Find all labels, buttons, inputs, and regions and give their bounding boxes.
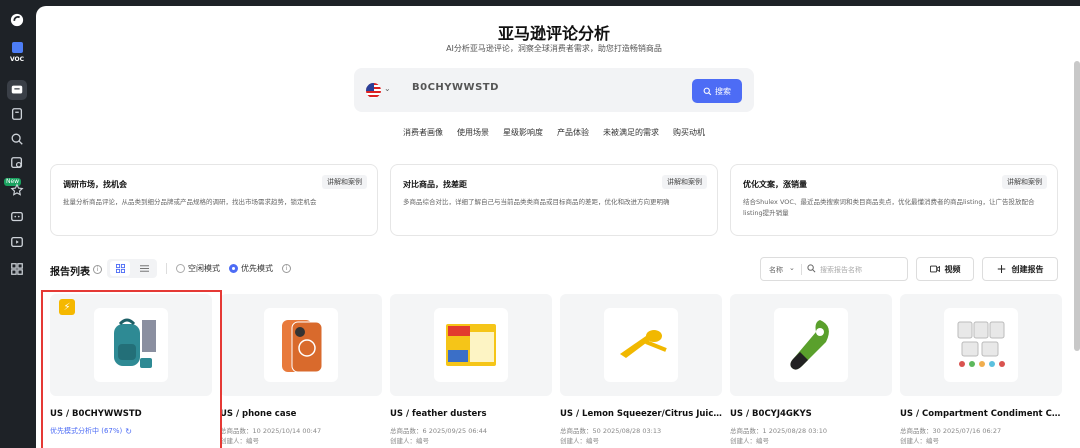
report-meta: 总商品数：50 2025/08/28 03:13 — [560, 427, 662, 435]
page-subtitle: AI分析亚马逊评论，洞察全球消费者需求，助您打造畅销商品 — [446, 44, 662, 53]
tag-purchase-motivation[interactable]: 购买动机 — [673, 127, 705, 138]
lemon-squeezer-image — [620, 330, 667, 358]
report-title: US / Lemon Squeezer/Citrus Juicer — [560, 409, 722, 419]
report-filter: 名称 ⌄ 搜索报告名称 — [760, 257, 908, 281]
report-meta: 总商品数：1 2025/08/28 03:10 — [730, 427, 827, 435]
report-creator: 创建人：编号 — [900, 437, 939, 445]
create-report-button[interactable]: + 创建报告 — [982, 257, 1058, 281]
product-thumbnail — [730, 294, 892, 396]
product-thumbnail — [560, 294, 722, 396]
message-icon[interactable] — [7, 207, 27, 227]
main-panel: 亚马逊评论分析 AI分析亚马逊评论，洞察全球消费者需求，助您打造畅销商品 ⌄ B… — [36, 6, 1080, 448]
report-meta: 总商品数：6 2025/09/25 06:44 — [390, 427, 487, 435]
duster-image — [446, 324, 496, 366]
card-explain-button[interactable]: 讲解和案例 — [662, 175, 707, 189]
video-button[interactable]: 视频 — [916, 257, 974, 281]
idle-mode-label: 空闲模式 — [188, 264, 220, 273]
page-title: 亚马逊评论分析 — [497, 24, 610, 43]
feature-tags: 消费者画像 使用场景 星级影响度 产品体验 未被满足的需求 购买动机 — [36, 127, 1072, 138]
view-toggle — [107, 259, 157, 278]
list-view-button[interactable] — [134, 261, 154, 276]
report-creator: 创建人：编号 — [220, 437, 259, 445]
report-meta: 总商品数：10 2025/10/14 00:47 — [220, 427, 322, 435]
card-title: 优化文案，涨销量 — [743, 180, 807, 189]
report-card[interactable]: US / phone case 总商品数：10 2025/10/14 00:47… — [220, 286, 382, 448]
sidebar: VOC New — [0, 0, 34, 448]
tag-unmet-needs[interactable]: 未被满足的需求 — [603, 127, 659, 138]
grid-icon[interactable] — [7, 259, 27, 279]
card-title: 调研市场，找机会 — [63, 180, 127, 189]
report-title: US / B0CYJ4GKYS — [730, 409, 812, 419]
phone-case-image — [282, 320, 323, 373]
report-card[interactable]: US / B0CYJ4GKYS 总商品数：1 2025/08/28 03:10 … — [730, 286, 892, 448]
report-card[interactable]: US / Compartment Condiment Co... 总商品数：30… — [900, 286, 1062, 448]
card-description: 多商品综合对比，详细了解自己与当前品类类商品或目标商品的差距，优化和改进方向更明… — [403, 198, 670, 206]
divider — [166, 263, 167, 274]
tag-usage-scenario[interactable]: 使用场景 — [457, 127, 489, 138]
report-search-input[interactable]: 搜索报告名称 — [820, 265, 862, 275]
create-report-label: 创建报告 — [1011, 264, 1044, 274]
plus-icon: + — [996, 262, 1007, 276]
chat-icon[interactable] — [7, 80, 27, 100]
chevron-down-icon[interactable]: ⌄ — [789, 264, 795, 272]
selection-highlight — [41, 290, 222, 448]
image-search-icon[interactable] — [7, 153, 27, 173]
product-thumbnail — [390, 294, 552, 396]
card-explain-button[interactable]: 讲解和案例 — [1002, 175, 1047, 189]
card-description: 结合Shulex VOC、最近品类搜索词和类目商品卖点，优化最懂消费者的商品li… — [743, 198, 1035, 217]
report-card[interactable]: US / feather dusters 总商品数：6 2025/09/25 0… — [390, 286, 552, 448]
chevron-down-icon[interactable]: ⌄ — [384, 84, 391, 93]
info-icon[interactable]: i — [93, 265, 102, 274]
card-explain-button[interactable]: 讲解和案例 — [322, 175, 367, 189]
tag-star-impact[interactable]: 星级影响度 — [503, 127, 543, 138]
condiment-containers-image — [957, 321, 1005, 367]
report-creator: 创建人：编号 — [560, 437, 599, 445]
report-list-heading: 报告列表 — [50, 267, 90, 278]
asin-search-input[interactable]: B0CHYWWSTD — [412, 82, 499, 93]
idle-mode-radio[interactable] — [176, 264, 185, 273]
search-bar: ⌄ B0CHYWWSTD 搜索 — [354, 68, 754, 112]
divider — [801, 264, 802, 275]
scrollbar[interactable] — [1074, 61, 1080, 351]
report-title: US / Compartment Condiment Co... — [900, 409, 1062, 419]
voc-chip-icon — [11, 42, 23, 53]
video-icon — [929, 265, 940, 273]
voc-app-button[interactable]: VOC — [4, 42, 30, 63]
search-icon — [807, 264, 816, 273]
grid-view-button[interactable] — [110, 261, 130, 276]
us-flag-icon[interactable] — [366, 83, 381, 98]
document-icon[interactable] — [7, 104, 27, 124]
info-icon[interactable]: i — [282, 264, 291, 273]
report-card[interactable]: US / Lemon Squeezer/Citrus Juicer 总商品数：5… — [560, 286, 722, 448]
list-view-icon — [139, 265, 149, 272]
tag-product-experience[interactable]: 产品体验 — [557, 127, 589, 138]
priority-mode-radio[interactable] — [229, 264, 238, 273]
sort-select[interactable]: 名称 — [769, 265, 783, 275]
report-title: US / feather dusters — [390, 409, 487, 419]
product-thumbnail — [900, 294, 1062, 396]
scenario-card-copywriting[interactable]: 优化文案，涨销量 讲解和案例 结合Shulex VOC、最近品类搜索词和类目商品… — [730, 164, 1058, 236]
video-button-label: 视频 — [944, 264, 961, 274]
product-thumbnail — [220, 294, 382, 396]
priority-mode-label: 优先模式 — [241, 264, 273, 273]
tag-consumer-profile[interactable]: 消费者画像 — [403, 127, 443, 138]
scenario-card-market[interactable]: 调研市场，找机会 讲解和案例 批量分析商品评论，从品类到细分品牌或产品规格的调研… — [50, 164, 378, 236]
search-button-label: 搜索 — [715, 86, 731, 96]
search-analysis-icon[interactable] — [7, 129, 27, 149]
play-icon[interactable] — [7, 232, 27, 252]
card-description: 批量分析商品评论，从品类到细分品牌或产品规格的调研，找出市场需求趋势，锁定机会 — [63, 198, 317, 206]
report-creator: 创建人：编号 — [390, 437, 429, 445]
voc-label: VOC — [9, 56, 25, 63]
scenario-card-compare[interactable]: 对比商品，找差距 讲解和案例 多商品综合对比，详细了解自己与当前品类类商品或目标… — [390, 164, 718, 236]
report-title: US / phone case — [220, 409, 297, 419]
grid-view-icon — [115, 264, 125, 273]
report-meta: 总商品数：30 2025/07/16 06:27 — [900, 427, 1002, 435]
card-title: 对比商品，找差距 — [403, 180, 467, 189]
avocado-slicer-image — [790, 320, 829, 370]
search-button[interactable]: 搜索 — [692, 79, 742, 103]
search-icon — [703, 87, 712, 95]
star-icon[interactable] — [7, 180, 27, 200]
logo-icon[interactable] — [7, 10, 27, 30]
report-creator: 创建人：编号 — [730, 437, 769, 445]
